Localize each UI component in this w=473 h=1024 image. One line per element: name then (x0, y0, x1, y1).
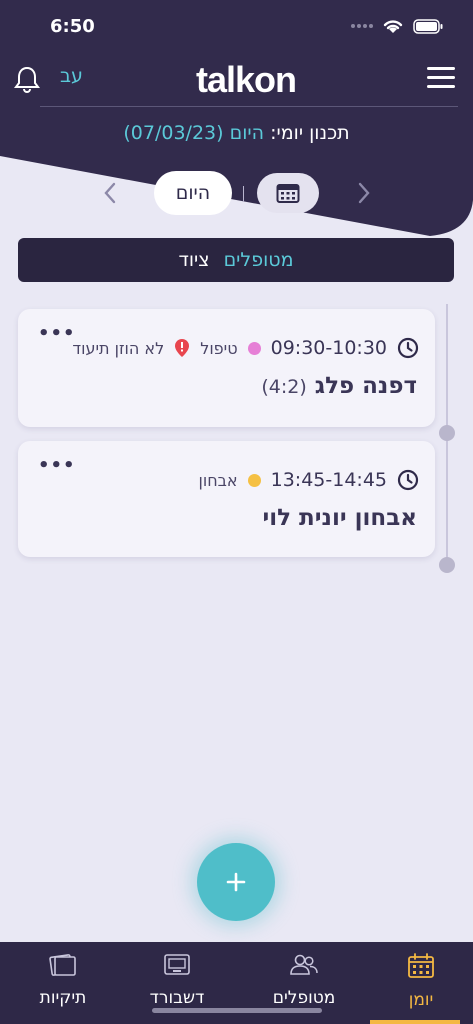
appointment-type: טיפול (200, 338, 238, 358)
status-icons (351, 18, 443, 34)
clock-icon (397, 469, 419, 491)
status-bar: 6:50 (0, 0, 473, 52)
session-count: (4:2) (261, 376, 307, 398)
tab-label: דשבורד (149, 988, 205, 1008)
appointment-type: אבחון (198, 470, 238, 490)
tab-folders[interactable]: תיקיות (4, 952, 122, 1008)
app-logo: talkon (196, 59, 297, 100)
tab-label: מטופלים (272, 988, 336, 1008)
header-divider (40, 106, 458, 107)
tab-dashboard[interactable]: דשבורד (118, 952, 236, 1008)
documentation-warning: לא הוזן תיעוד (72, 338, 165, 358)
appointment-title: דפנה פלג (4:2) (261, 373, 417, 399)
tab-calendar[interactable]: יומן (362, 952, 473, 1010)
timeline-dot (439, 425, 455, 441)
appointment-time: 09:30-10:30 (270, 337, 387, 359)
users-icon (290, 954, 318, 975)
wifi-icon (383, 20, 403, 33)
top-nav: עב talkon (0, 55, 473, 105)
tab-label: תיקיות (39, 988, 87, 1008)
add-appointment-button[interactable] (197, 843, 275, 921)
more-options-icon[interactable]: ••• (38, 455, 76, 476)
appointment-meta: 09:30-10:30 טיפול לא הוזן תיעוד (72, 337, 419, 359)
date-nav-separator (243, 186, 244, 202)
patient-name: אבחון יונית לוי (262, 505, 417, 531)
plus-icon (226, 872, 246, 892)
bell-icon[interactable] (14, 65, 40, 93)
folders-icon (49, 954, 76, 976)
daily-planning-title: תכנון יומי: היום (07/03/23) (0, 122, 473, 144)
daily-label: תכנון יומי: (270, 122, 350, 144)
appointment-time: 13:45-14:45 (270, 469, 387, 491)
appointment-meta: 13:45-14:45 אבחון (199, 469, 420, 491)
tab-patients[interactable]: מטופלים (245, 952, 363, 1008)
hamburger-menu-icon[interactable] (427, 67, 455, 89)
clock-icon (397, 337, 419, 359)
patient-name: דפנה פלג (314, 373, 417, 399)
segment-patients[interactable]: מטופלים (224, 249, 294, 271)
daily-date: היום (07/03/23) (123, 122, 265, 144)
more-options-icon[interactable]: ••• (38, 323, 76, 344)
segment-equipment[interactable]: ציוד (179, 249, 210, 271)
home-indicator (152, 1008, 322, 1013)
appointment-title: אבחון יונית לוי (262, 505, 417, 531)
appointment-card[interactable]: ••• 13:45-14:45 אבחון אבחון יונית לוי (18, 441, 435, 557)
language-toggle[interactable]: עב (60, 65, 83, 87)
timeline-dot (439, 557, 455, 573)
calendar-icon (408, 953, 434, 978)
calendar-button[interactable] (257, 173, 319, 213)
signal-icon (351, 24, 373, 28)
type-dot (247, 473, 261, 487)
date-navigation: היום (0, 168, 473, 218)
chevron-right-icon[interactable] (354, 180, 374, 206)
today-button[interactable]: היום (154, 171, 232, 215)
tab-label: יומן (408, 990, 434, 1010)
battery-icon (413, 18, 443, 34)
status-time: 6:50 (50, 15, 95, 37)
calendar-icon (276, 184, 300, 203)
chevron-left-icon[interactable] (100, 180, 120, 206)
active-tab-indicator (370, 1020, 460, 1024)
appointment-card[interactable]: ••• 09:30-10:30 טיפול לא הוזן תיעוד דפנה… (18, 309, 435, 427)
view-segment-control: מטופלים ציוד (18, 238, 454, 282)
type-dot (247, 341, 261, 355)
warning-pin-icon (175, 339, 190, 357)
dashboard-icon (164, 954, 190, 975)
